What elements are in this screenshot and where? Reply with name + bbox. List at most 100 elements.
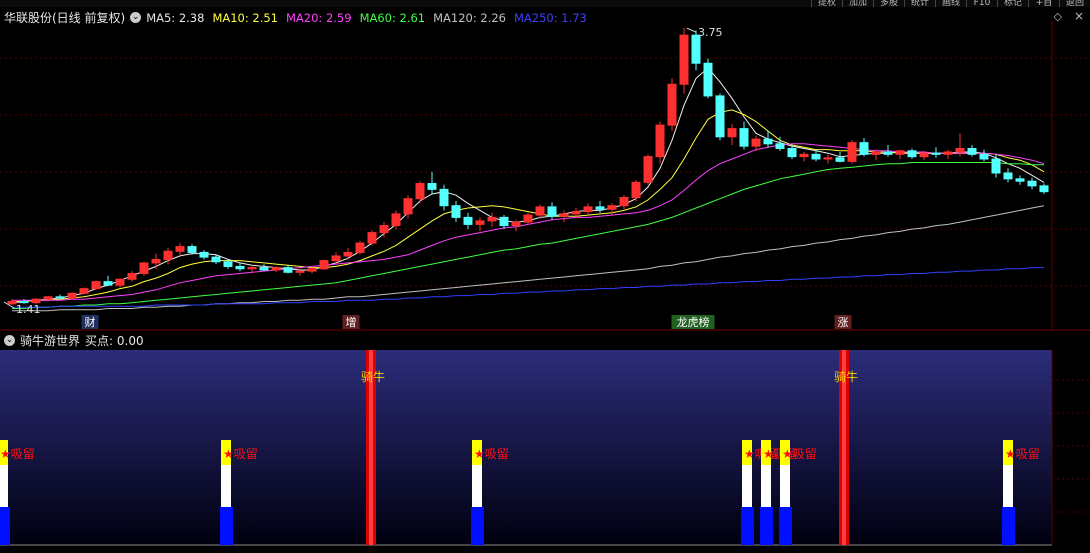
candle: [223, 261, 233, 267]
candle: [367, 232, 377, 244]
candle: [619, 197, 629, 207]
absorb-blue: [760, 507, 773, 545]
candle: [931, 152, 941, 155]
candle: [127, 272, 137, 280]
candle: [907, 150, 917, 158]
candle: [991, 158, 1001, 174]
candle: [259, 267, 269, 271]
candle: [1003, 172, 1013, 180]
candle: [967, 147, 977, 155]
candle: [739, 128, 749, 147]
candle: [1027, 180, 1037, 187]
candle: [811, 153, 821, 160]
absorb-label: ★吸留: [0, 447, 35, 461]
candle: [1039, 185, 1049, 193]
absorb-blue: [471, 507, 484, 545]
absorb-white: [742, 465, 752, 507]
candle: [199, 251, 209, 258]
candle: [283, 267, 293, 273]
date-marker-2: 龙虎榜: [677, 315, 710, 329]
candle: [691, 34, 701, 64]
candle: [235, 265, 245, 270]
absorb-white: [221, 465, 231, 507]
candle: [919, 152, 929, 158]
candle: [475, 220, 485, 225]
candle: [247, 267, 257, 270]
absorb-blue: [779, 507, 792, 545]
candle: [835, 157, 845, 162]
absorb-blue: [1002, 507, 1015, 545]
candle: [67, 292, 77, 299]
candle: [487, 216, 497, 222]
candle: [295, 270, 305, 273]
candle: [463, 216, 473, 225]
candle: [943, 151, 953, 155]
candle: [679, 34, 689, 85]
candle: [523, 214, 533, 223]
date-marker-3: 涨: [838, 316, 849, 329]
candle: [151, 258, 161, 264]
candle: [7, 300, 17, 305]
absorb-label: ★吸留: [782, 447, 817, 461]
candle: [571, 211, 581, 215]
candle: [379, 225, 389, 234]
candle: [607, 205, 617, 210]
absorb-label: ★吸留: [474, 447, 509, 461]
high-pointer: [686, 27, 697, 33]
absorb-white: [472, 465, 482, 507]
candle: [847, 142, 857, 162]
absorb-blue: [220, 507, 233, 545]
candle: [451, 205, 461, 218]
candle: [55, 296, 65, 299]
absorb-white: [0, 465, 8, 507]
candle: [559, 213, 569, 217]
ma-line-ma10: [12, 109, 1045, 302]
candle: [667, 83, 677, 126]
candle: [175, 246, 185, 252]
candle: [895, 150, 905, 155]
ma-line-ma5: [11, 67, 1045, 304]
candle: [859, 142, 869, 155]
candle: [535, 206, 545, 216]
bull-signal-label: 骑牛: [834, 369, 858, 384]
candle: [115, 278, 125, 286]
candle: [799, 153, 809, 158]
candle: [871, 151, 881, 155]
candle: [727, 128, 737, 138]
kline-chart: 3.751.41财增龙虎榜涨骑牛骑牛★吸留★吸留★吸留★吸留★吸留★吸留★吸留: [0, 20, 1090, 546]
candle: [955, 147, 965, 153]
date-marker-1: 增: [346, 315, 357, 329]
absorb-white: [780, 465, 790, 507]
candle: [979, 153, 989, 160]
candle: [595, 206, 605, 210]
candle: [427, 183, 437, 190]
candle: [439, 188, 449, 207]
candle: [583, 206, 593, 213]
candle: [499, 216, 509, 227]
candle: [751, 138, 761, 147]
candle: [511, 221, 521, 227]
date-marker-0: 财: [85, 315, 96, 329]
candle: [655, 124, 665, 158]
candle: [823, 157, 833, 160]
high-price-label: 3.75: [698, 26, 723, 39]
candle: [79, 288, 89, 294]
absorb-white: [1003, 465, 1013, 507]
candle: [43, 296, 53, 300]
low-price-label: 1.41: [16, 303, 41, 316]
absorb-blue: [741, 507, 754, 545]
candle: [763, 138, 773, 145]
absorb-blue: [0, 507, 10, 545]
candle: [163, 250, 173, 260]
candle: [415, 183, 425, 200]
candle: [307, 268, 317, 272]
candle: [787, 147, 797, 158]
candle: [271, 267, 281, 271]
candle: [631, 181, 641, 199]
candle: [319, 260, 329, 270]
candle: [343, 251, 353, 257]
candle: [643, 156, 653, 183]
candle: [547, 206, 557, 217]
candle: [703, 62, 713, 97]
sub-panel-background: [0, 350, 1052, 545]
